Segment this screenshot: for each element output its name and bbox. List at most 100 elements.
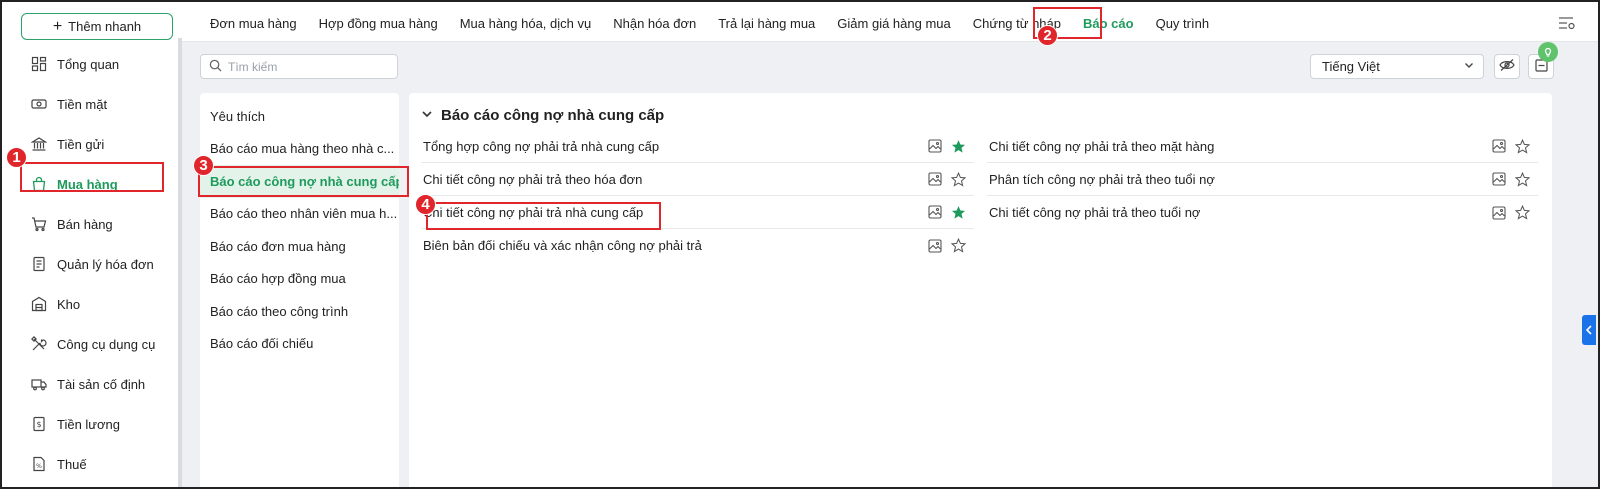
sidebar-item-ban-hang[interactable]: Bán hàng: [4, 204, 182, 244]
quick-add-label: Thêm nhanh: [68, 19, 142, 34]
sidebar-item-cong-cu-dung-cu[interactable]: Công cụ dụng cụ: [4, 324, 182, 364]
app-window: + Thêm nhanh Tổng quan Tiền mặt Tiền gửi…: [0, 0, 1600, 489]
sidebar-item-tai-san-co-dinh[interactable]: Tài sản cố định: [4, 364, 182, 404]
preview-image-icon[interactable]: [1492, 205, 1506, 220]
report-name[interactable]: Tổng hợp công nợ phải trả nhà cung cấp: [423, 139, 659, 154]
report-row[interactable]: Chi tiết công nợ phải trả theo tuổi nợ: [987, 196, 1538, 229]
sidebar-item-label: Tài sản cố định: [57, 376, 146, 392]
highlight-step-4: [426, 202, 661, 230]
report-row[interactable]: Chi tiết công nợ phải trả theo mặt hàng: [987, 130, 1538, 163]
cash-icon: [31, 96, 47, 112]
report-column-right: Chi tiết công nợ phải trả theo mặt hàng …: [987, 130, 1538, 229]
report-group-theo-nhan-vien-mua-hang[interactable]: Báo cáo theo nhân viên mua h...: [200, 198, 399, 231]
report-group-list: Yêu thích Báo cáo mua hàng theo nhà c...…: [200, 93, 399, 487]
preview-image-icon[interactable]: [928, 172, 942, 186]
sidebar: + Thêm nhanh Tổng quan Tiền mặt Tiền gửi…: [4, 4, 182, 487]
highlight-step-3: [198, 166, 409, 197]
dashboard-icon: [31, 56, 47, 72]
lightbulb-icon[interactable]: [1538, 42, 1558, 62]
tab-nhan-hoa-don[interactable]: Nhận hóa đơn: [602, 4, 707, 42]
eye-off-icon: [1499, 58, 1515, 75]
chevron-left-icon: [1585, 323, 1593, 338]
report-row[interactable]: Tổng hợp công nợ phải trả nhà cung cấp: [421, 130, 974, 163]
layout-settings-icon[interactable]: [1558, 15, 1576, 31]
tab-quy-trinh[interactable]: Quy trình: [1145, 4, 1220, 42]
language-select[interactable]: Tiếng Việt: [1310, 54, 1484, 79]
sidebar-item-tien-luong[interactable]: $ Tiền lương: [4, 404, 182, 444]
bank-icon: [31, 136, 47, 152]
top-tab-bar: Đơn mua hàng Hợp đồng mua hàng Mua hàng …: [182, 4, 1598, 42]
cart-icon: [31, 216, 47, 232]
report-group-yeu-thich[interactable]: Yêu thích: [200, 100, 399, 133]
search-input[interactable]: [228, 59, 388, 74]
star-filled-icon[interactable]: [951, 205, 966, 220]
step-badge-3: 3: [193, 155, 214, 176]
report-name[interactable]: Chi tiết công nợ phải trả theo hóa đơn: [423, 172, 642, 187]
main-content: Tiếng Việt Yêu thích Báo cáo mua hàng th…: [182, 42, 1598, 487]
report-panel: Báo cáo công nợ nhà cung cấp Tổng hợp cô…: [409, 93, 1552, 487]
quick-add-button[interactable]: + Thêm nhanh: [21, 13, 173, 40]
report-group-mua-hang-theo-nha-cung-cap[interactable]: Báo cáo mua hàng theo nhà c...: [200, 133, 399, 166]
sidebar-item-label: Tiền lương: [57, 416, 120, 432]
search-icon: [209, 59, 222, 75]
star-outline-icon[interactable]: [1515, 138, 1530, 154]
svg-text:%: %: [36, 463, 42, 470]
sidebar-item-kho[interactable]: Kho: [4, 284, 182, 324]
star-outline-icon[interactable]: [1515, 171, 1530, 187]
language-select-value: Tiếng Việt: [1322, 59, 1380, 74]
report-row[interactable]: Biên bản đối chiếu và xác nhận công nợ p…: [421, 229, 974, 262]
tab-mua-hang-hoa-dich-vu[interactable]: Mua hàng hóa, dịch vụ: [449, 4, 603, 42]
step-badge-2: 2: [1037, 25, 1058, 46]
star-outline-icon[interactable]: [951, 171, 966, 187]
tools-icon: [31, 336, 47, 352]
sidebar-item-label: Tiền mặt: [57, 96, 108, 112]
report-name[interactable]: Chi tiết công nợ phải trả theo mặt hàng: [989, 139, 1214, 154]
tab-giam-gia-hang-mua[interactable]: Giảm giá hàng mua: [826, 4, 961, 42]
truck-icon: [31, 376, 47, 392]
salary-icon: $: [31, 416, 47, 432]
sidebar-item-thue[interactable]: % Thuế: [4, 444, 182, 484]
report-group-doi-chieu[interactable]: Báo cáo đối chiếu: [200, 328, 399, 361]
preview-image-icon[interactable]: [1492, 172, 1506, 186]
tab-hop-dong-mua-hang[interactable]: Hợp đồng mua hàng: [308, 4, 449, 42]
star-filled-icon[interactable]: [951, 139, 966, 154]
preview-image-icon[interactable]: [928, 139, 942, 153]
sidebar-item-label: Thuế: [57, 456, 87, 472]
report-name[interactable]: Biên bản đối chiếu và xác nhận công nợ p…: [423, 238, 702, 253]
preview-image-icon[interactable]: [1492, 139, 1506, 153]
tab-tra-lai-hang-mua[interactable]: Trả lại hàng mua: [707, 4, 826, 42]
svg-text:$: $: [36, 420, 41, 429]
sidebar-item-label: Bán hàng: [57, 216, 113, 232]
warehouse-icon: [31, 296, 47, 312]
sidebar-item-label: Công cụ dụng cụ: [57, 336, 156, 352]
sidebar-item-quan-ly-hoa-don[interactable]: Quản lý hóa đơn: [4, 244, 182, 284]
plus-icon: +: [52, 17, 63, 35]
tax-icon: %: [31, 456, 47, 472]
side-panel-toggle[interactable]: [1582, 315, 1596, 345]
sidebar-item-tong-quan[interactable]: Tổng quan: [4, 44, 182, 84]
chevron-down-icon[interactable]: [421, 107, 433, 124]
search-box[interactable]: [200, 54, 398, 79]
preview-image-icon[interactable]: [928, 205, 942, 219]
report-group-don-mua-hang[interactable]: Báo cáo đơn mua hàng: [200, 230, 399, 263]
sidebar-item-tien-gui[interactable]: Tiền gửi: [4, 124, 182, 164]
report-group-hop-dong-mua[interactable]: Báo cáo hợp đồng mua: [200, 263, 399, 296]
hide-button[interactable]: [1494, 54, 1520, 79]
report-group-theo-cong-trinh[interactable]: Báo cáo theo công trình: [200, 295, 399, 328]
sidebar-item-tien-mat[interactable]: Tiền mặt: [4, 84, 182, 124]
chevron-down-icon: [1463, 59, 1475, 74]
star-outline-icon[interactable]: [1515, 205, 1530, 220]
step-badge-4: 4: [415, 194, 436, 215]
tab-don-mua-hang[interactable]: Đơn mua hàng: [182, 4, 308, 42]
report-name[interactable]: Chi tiết công nợ phải trả theo tuổi nợ: [989, 205, 1200, 220]
sidebar-nav: Tổng quan Tiền mặt Tiền gửi Mua hàng Bán…: [4, 44, 182, 484]
preview-image-icon[interactable]: [928, 238, 942, 253]
panel-title-text: Báo cáo công nợ nhà cung cấp: [441, 107, 665, 124]
report-row[interactable]: Chi tiết công nợ phải trả theo hóa đơn: [421, 163, 974, 196]
report-row[interactable]: Phân tích công nợ phải trả theo tuổi nợ: [987, 163, 1538, 196]
star-outline-icon[interactable]: [951, 238, 966, 253]
highlight-step-1: [20, 162, 164, 192]
panel-title[interactable]: Báo cáo công nợ nhà cung cấp: [421, 107, 664, 124]
report-name[interactable]: Phân tích công nợ phải trả theo tuổi nợ: [989, 172, 1215, 187]
sidebar-item-label: Kho: [57, 296, 81, 312]
